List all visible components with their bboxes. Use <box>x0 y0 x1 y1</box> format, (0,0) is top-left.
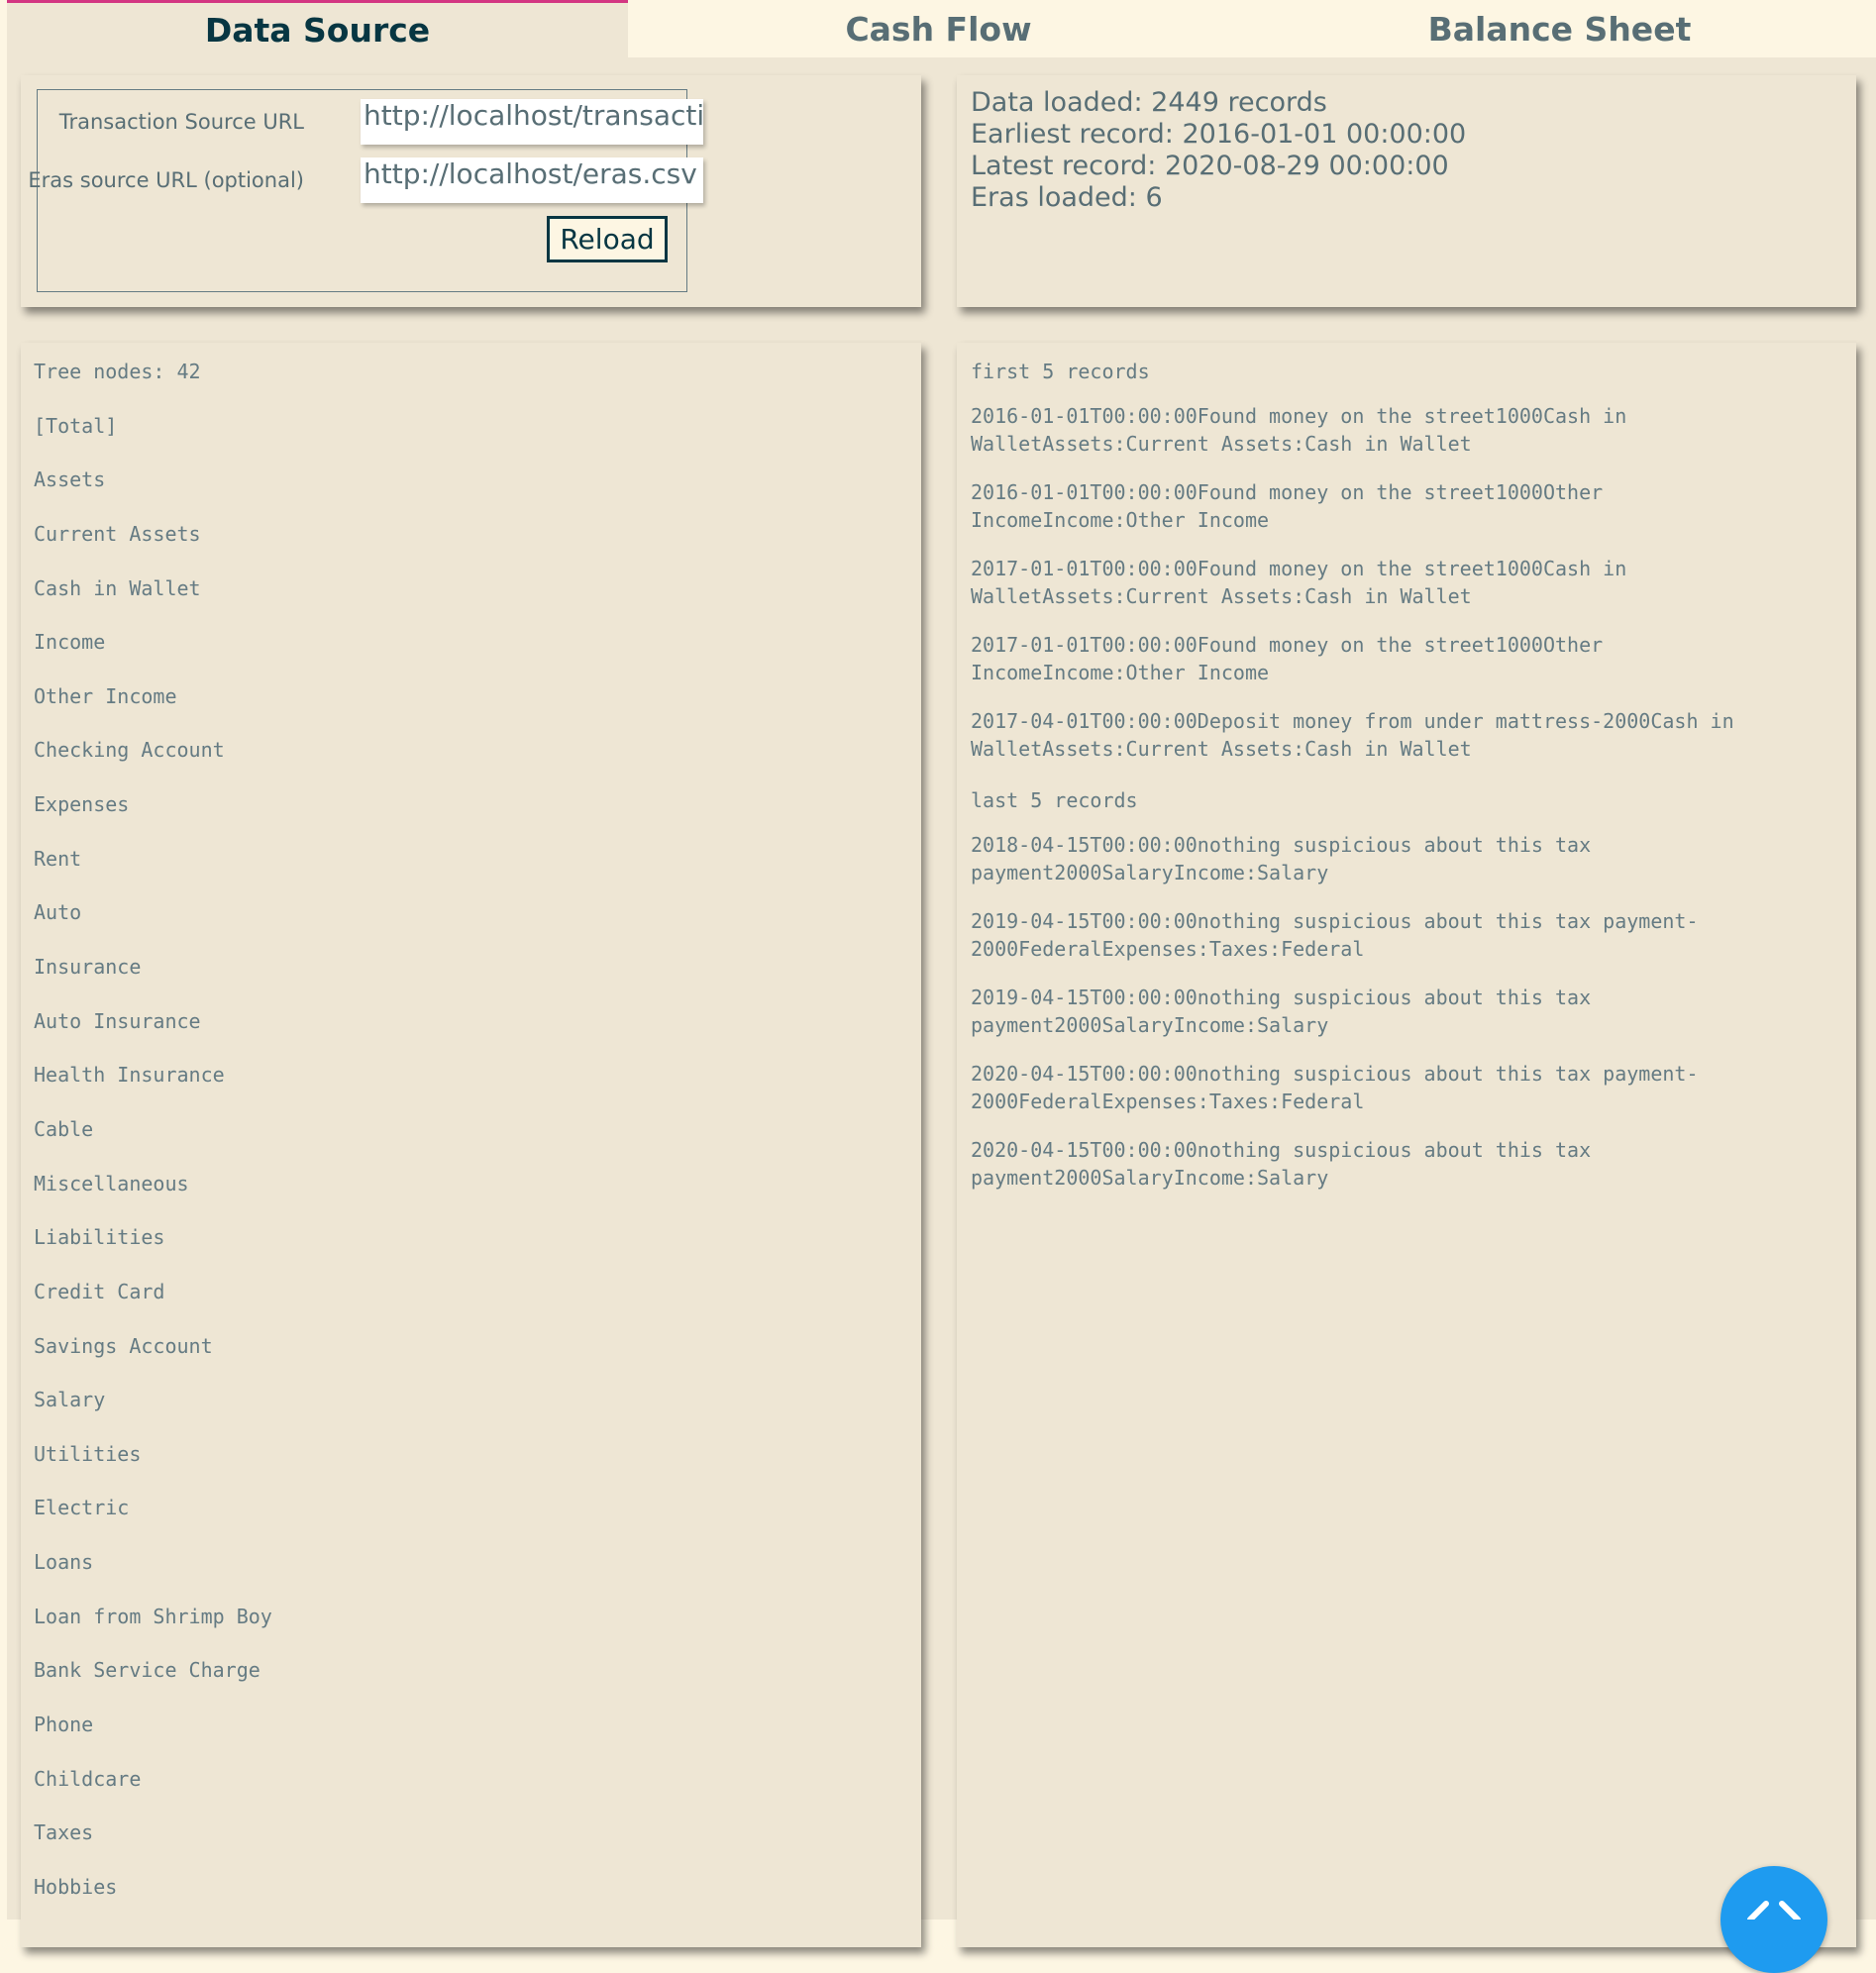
tree-item: Assets <box>34 467 106 492</box>
source-form: Transaction Source URL http://localhost/… <box>28 89 703 292</box>
tree-item: Income <box>34 630 106 655</box>
tree-item: Cable <box>34 1116 94 1141</box>
tree-list: Tree nodes: 42 [Total] Assets Current As… <box>34 355 272 1924</box>
tree-item: Rent <box>34 846 82 871</box>
tree-item: Phone <box>34 1713 94 1737</box>
tree-item: Expenses <box>34 792 130 817</box>
data-loaded-text: Data loaded: 2449 records <box>971 87 1327 118</box>
tab-data-source[interactable]: Data Source <box>7 0 628 57</box>
record-item: 2017-01-01T00:00:00Found money on the st… <box>971 633 1604 684</box>
source-card: Transaction Source URL http://localhost/… <box>21 75 921 307</box>
record-item: 2019-04-15T00:00:00nothing suspicious ab… <box>971 986 1592 1037</box>
tree-item: Health Insurance <box>34 1063 225 1088</box>
tree-item: Hobbies <box>34 1874 118 1899</box>
tree-item: Insurance <box>34 955 142 980</box>
tab-cash-flow[interactable]: Cash Flow <box>628 0 1249 57</box>
tree-item: Checking Account <box>34 738 225 763</box>
tree-item: Liabilities <box>34 1225 165 1250</box>
tree-item: Miscellaneous <box>34 1171 189 1195</box>
transaction-url-label: Transaction Source URL <box>58 110 304 134</box>
record-item: 2020-04-15T00:00:00nothing suspicious ab… <box>971 1062 1699 1113</box>
record-item: 2018-04-15T00:00:00nothing suspicious ab… <box>971 833 1592 884</box>
stats-panel: Data loaded: 2449 records Earliest recor… <box>971 87 1466 214</box>
eras-url-label: Eras source URL (optional) <box>28 168 304 192</box>
floating-action-button[interactable] <box>1720 1866 1827 1973</box>
tree-item: Auto Insurance <box>34 1008 201 1033</box>
record-item: 2020-04-15T00:00:00nothing suspicious ab… <box>971 1138 1592 1190</box>
last-records-heading: last 5 records <box>971 788 1138 812</box>
transaction-url-input[interactable]: http://localhost/transaction <box>361 99 703 145</box>
tree-item: Electric <box>34 1496 130 1520</box>
record-item: 2019-04-15T00:00:00nothing suspicious ab… <box>971 909 1699 961</box>
eras-url-input[interactable]: http://localhost/eras.csv <box>361 157 703 203</box>
tab-balance-sheet[interactable]: Balance Sheet <box>1249 0 1870 57</box>
earliest-record-text: Earliest record: 2016-01-01 00:00:00 <box>971 119 1467 150</box>
record-item: 2017-04-01T00:00:00Deposit money from un… <box>971 709 1734 761</box>
tree-item: Auto <box>34 900 82 925</box>
tree-item: Bank Service Charge <box>34 1658 261 1683</box>
code-chevrons-icon <box>1747 1901 1801 1920</box>
eras-loaded-text: Eras loaded: 6 <box>971 182 1163 213</box>
tree-item: Loan from Shrimp Boy <box>34 1604 272 1628</box>
tree-item: Credit Card <box>34 1279 165 1303</box>
tree-item: Loans <box>34 1550 94 1575</box>
tree-item: Current Assets <box>34 521 201 546</box>
latest-record-text: Latest record: 2020-08-29 00:00:00 <box>971 151 1449 181</box>
record-item: 2016-01-01T00:00:00Found money on the st… <box>971 404 1627 456</box>
tree-item: Taxes <box>34 1820 94 1845</box>
records-panel: first 5 records 2016-01-01T00:00:00Found… <box>971 355 1823 1218</box>
tree-item: [Total] <box>34 413 118 438</box>
tree-item: Utilities <box>34 1441 142 1466</box>
tree-node-count: Tree nodes: 42 <box>34 360 201 383</box>
first-records-heading: first 5 records <box>971 360 1150 383</box>
tree-item: Other Income <box>34 683 177 708</box>
tree-item: Cash in Wallet <box>34 575 201 600</box>
tree-item: Savings Account <box>34 1333 213 1358</box>
tree-item: Childcare <box>34 1766 142 1791</box>
record-item: 2016-01-01T00:00:00Found money on the st… <box>971 480 1604 532</box>
reload-button[interactable]: Reload <box>547 216 668 262</box>
record-item: 2017-01-01T00:00:00Found money on the st… <box>971 557 1627 608</box>
tree-item: Salary <box>34 1388 106 1412</box>
tab-bar: Data Source Cash Flow Balance Sheet <box>0 0 1876 57</box>
